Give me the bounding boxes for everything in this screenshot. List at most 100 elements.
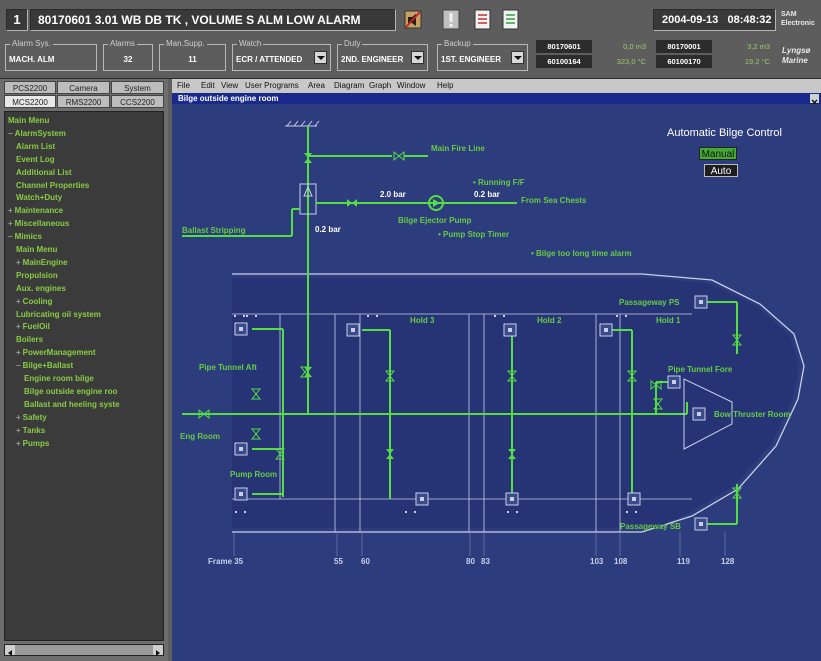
tree-item[interactable]: + Tanks: [16, 425, 45, 436]
hold-3-label: Hold 3: [410, 316, 435, 325]
window-title-bar: Bilge outside engine room: [172, 93, 821, 106]
speaker-icon: [404, 10, 422, 29]
alarm-list-button[interactable]: [472, 7, 494, 32]
sound-silence-button[interactable]: [402, 7, 424, 32]
bilge-suction-box: [239, 447, 243, 451]
menu-bar: File Edit View User Programs Area Diagram Grap…: [172, 79, 821, 93]
bilge-suction-box: [420, 497, 424, 501]
expand-icon[interactable]: +: [8, 219, 13, 228]
backup-label: Backup: [442, 38, 473, 50]
tree-item[interactable]: Watch+Duty: [16, 192, 62, 203]
bilge-suction-box: [239, 492, 243, 496]
tree-item[interactable]: Aux. engines: [16, 283, 66, 294]
tree-item[interactable]: + Safety: [16, 412, 47, 423]
tree-item[interactable]: Channel Properties: [16, 180, 89, 191]
tree-item[interactable]: Main Menu: [8, 115, 49, 126]
tree-item[interactable]: Lubricating oil system: [16, 309, 101, 320]
expand-icon[interactable]: +: [16, 413, 21, 422]
level-sensor-dot: [616, 315, 618, 317]
menu-help[interactable]: Help: [437, 80, 453, 92]
manual-mode-button[interactable]: Manual: [699, 147, 737, 160]
tab-ccs2200[interactable]: CCS2200: [111, 95, 164, 108]
tree-item[interactable]: Additional List: [16, 167, 72, 178]
menu-graph[interactable]: Graph: [369, 80, 391, 92]
watched-tag[interactable]: 60100170: [656, 55, 712, 68]
tree-item[interactable]: Main Menu: [16, 244, 57, 255]
scroll-left-button[interactable]: [5, 645, 15, 656]
watched-value: 3,2 m3: [747, 42, 770, 51]
tree-horizontal-scrollbar[interactable]: [4, 644, 164, 656]
frame-number: 108: [614, 557, 628, 566]
tree-item-label: Bilge+Ballast: [22, 361, 74, 371]
tree-item[interactable]: + Pumps: [16, 438, 49, 449]
tree-item-label: Boilers: [16, 335, 44, 345]
duty-field[interactable]: Duty 2ND. ENGINEER: [337, 38, 428, 71]
bilge-suction-box: [508, 328, 512, 332]
tree-item[interactable]: + MainEngine: [16, 257, 68, 268]
collapse-icon[interactable]: −: [8, 232, 13, 241]
tree-item[interactable]: + FuelOil: [16, 321, 50, 332]
alarm-count-indicator[interactable]: 1: [6, 9, 28, 31]
menu-window[interactable]: Window: [397, 80, 425, 92]
expand-icon[interactable]: +: [16, 322, 21, 331]
tree-item[interactable]: + Cooling: [16, 296, 52, 307]
tree-item[interactable]: Propulsion: [16, 270, 58, 281]
collapse-icon[interactable]: −: [16, 361, 21, 370]
closed-valve-icon: [398, 150, 405, 162]
tree-item[interactable]: Engine room bilge: [24, 373, 94, 384]
tree-item[interactable]: + Miscellaneous: [8, 218, 69, 229]
tree-item[interactable]: Bilge outside engine roo: [24, 386, 117, 397]
expand-icon[interactable]: +: [16, 258, 21, 267]
menu-edit[interactable]: Edit: [201, 80, 215, 92]
menu-diagram[interactable]: Diagram: [334, 80, 364, 92]
watched-tag[interactable]: 80170001: [656, 40, 712, 53]
alarm-message-line[interactable]: 80170601 3.01 WB DB TK , VOLUME S ALM LO…: [30, 9, 396, 31]
tab-camera[interactable]: Camera: [57, 81, 110, 94]
duty-dropdown-button[interactable]: [411, 51, 424, 64]
tree-item[interactable]: − AlarmSystem: [8, 128, 66, 139]
tree-item-label: Tanks: [22, 425, 46, 435]
expand-icon[interactable]: +: [16, 426, 21, 435]
tree-item[interactable]: Alarm List: [16, 141, 55, 152]
menu-area[interactable]: Area: [308, 80, 325, 92]
passageway-ps-label: Passageway PS: [619, 298, 680, 307]
bilge-suction-box: [672, 380, 676, 384]
watched-tag[interactable]: 60100164: [536, 55, 592, 68]
menu-file[interactable]: File: [177, 80, 190, 92]
tree-item[interactable]: Ballast and heeling syste: [24, 399, 120, 410]
tree-item[interactable]: − Bilge+Ballast: [16, 360, 73, 371]
level-sensor-dot: [244, 511, 246, 513]
expand-icon[interactable]: +: [8, 206, 13, 215]
watched-value: 0,0 m3: [623, 42, 646, 51]
acknowledge-button[interactable]: [440, 7, 462, 32]
collapse-icon[interactable]: −: [8, 129, 13, 138]
backup-field[interactable]: Backup 1ST. ENGINEER: [437, 38, 528, 71]
backup-dropdown-button[interactable]: [511, 51, 524, 64]
alarms-value: 32: [123, 55, 133, 64]
expand-icon[interactable]: +: [16, 439, 21, 448]
tree-item[interactable]: + PowerManagement: [16, 347, 96, 358]
auto-mode-button[interactable]: Auto: [704, 164, 738, 177]
watch-field[interactable]: Watch ECR / ATTENDED: [232, 38, 331, 71]
expand-icon[interactable]: +: [16, 297, 21, 306]
tree-item[interactable]: Boilers: [16, 334, 43, 345]
watched-tag[interactable]: 80170601: [536, 40, 592, 53]
tab-mcs2200[interactable]: MCS2200: [4, 95, 56, 108]
tree-item[interactable]: + Maintenance: [8, 205, 63, 216]
tree-item[interactable]: Event Log: [16, 154, 55, 165]
menu-view[interactable]: View: [221, 80, 238, 92]
pump-stop-timer-label: • Pump Stop Timer: [438, 230, 510, 239]
watch-dropdown-button[interactable]: [314, 51, 327, 64]
tab-pcs2200[interactable]: PCS2200: [4, 81, 56, 94]
scroll-right-button[interactable]: [153, 645, 163, 656]
tab-rms2200[interactable]: RMS2200: [57, 95, 110, 108]
time-text: 08:48:32: [727, 14, 772, 26]
window-close-button[interactable]: [810, 94, 819, 106]
tree-item[interactable]: − Mimics: [8, 231, 42, 242]
menu-user-programs[interactable]: User Programs: [245, 80, 299, 92]
event-log-button[interactable]: [500, 7, 522, 32]
tab-system[interactable]: System: [111, 81, 164, 94]
expand-icon[interactable]: +: [16, 348, 21, 357]
tree-item-label: MainEngine: [22, 257, 68, 267]
frame-number: 103: [590, 557, 604, 566]
